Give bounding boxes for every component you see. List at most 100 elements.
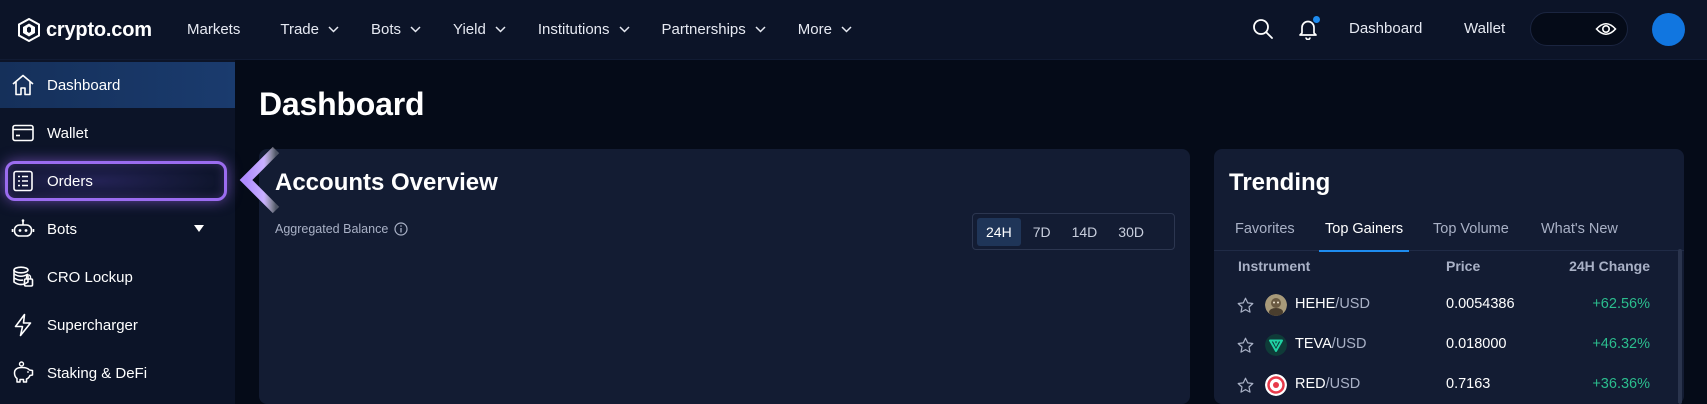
dashboard-link[interactable]: Dashboard [1349, 20, 1422, 37]
star-icon[interactable] [1237, 377, 1254, 394]
instrument-change: +36.36% [1592, 376, 1650, 392]
nav-markets-label: Markets [187, 20, 241, 38]
wallet-icon [12, 124, 34, 142]
column-header-24h-change: 24H Change [1569, 258, 1650, 274]
sidebar-item-wallet[interactable]: Wallet [0, 110, 235, 156]
instrument-change: +46.32% [1592, 336, 1650, 352]
nav-trade[interactable]: Trade [280, 21, 339, 38]
brand-name: crypto.com [46, 18, 152, 41]
nav-partnerships[interactable]: Partnerships [662, 21, 766, 38]
sidebar-item-bots[interactable]: Bots [0, 206, 235, 252]
nav-bots-label: Bots [370, 20, 401, 38]
crypto-com-logo-icon [18, 18, 40, 42]
quote-symbol: /USD [1325, 376, 1361, 392]
robot-icon [11, 219, 35, 237]
base-symbol: TEVA [1295, 336, 1332, 352]
chevron-down-icon [410, 25, 421, 33]
notification-badge [1313, 16, 1320, 23]
range-7d-button[interactable]: 7D [1024, 218, 1060, 246]
tab-top-volume[interactable]: Top Volume [1433, 219, 1509, 251]
balance-visibility-toggle[interactable] [1530, 12, 1628, 46]
instrument-change: +62.56% [1592, 296, 1650, 312]
user-avatar[interactable] [1652, 13, 1685, 46]
star-icon[interactable] [1237, 297, 1254, 314]
nav-institutions[interactable]: Institutions [538, 21, 630, 38]
accounts-overview-title: Accounts Overview [275, 169, 498, 196]
chevron-down-icon [495, 25, 506, 33]
instrument-symbol: TEVA/USD [1295, 336, 1366, 352]
instrument-price: 0.0054386 [1446, 296, 1515, 312]
sidebar-item-staking-defi[interactable]: Staking & DeFi [0, 350, 235, 396]
main-menu: Markets Trade Bots Yield Institutions Pa… [187, 0, 852, 58]
time-range-selector: 24H 7D 14D 30D [972, 213, 1175, 250]
trending-scrollbar[interactable] [1678, 249, 1682, 404]
eye-icon [1595, 22, 1617, 36]
nav-markets[interactable]: Markets [187, 21, 240, 38]
aggregated-balance-label: Aggregated Balance [275, 222, 408, 236]
quote-symbol: /USD [1331, 336, 1367, 352]
top-navigation-bar: crypto.com Markets Trade Bots Yield Inst… [0, 0, 1707, 60]
search-icon[interactable] [1252, 18, 1274, 40]
range-24h-button[interactable]: 24H [977, 217, 1021, 246]
hehe-coin-icon [1265, 294, 1287, 316]
base-symbol: RED [1295, 376, 1326, 392]
active-tab-indicator [1319, 250, 1410, 252]
sidebar: Dashboard Wallet Orders Bots CRO Lockup … [0, 60, 235, 404]
instrument-symbol: RED/USD [1295, 376, 1360, 392]
sidebar-item-cro-lockup[interactable]: CRO Lockup [0, 254, 235, 300]
home-icon [12, 74, 34, 96]
trending-card: Trending Favorites Top Gainers Top Volum… [1214, 149, 1684, 404]
lightning-icon [14, 313, 32, 337]
trending-tabs: Favorites Top Gainers Top Volume What's … [1214, 219, 1684, 252]
nav-more[interactable]: More [798, 21, 852, 38]
instrument-symbol: HEHE/USD [1295, 296, 1370, 312]
info-icon[interactable] [394, 222, 408, 236]
sidebar-item-label: Dashboard [47, 76, 121, 94]
nav-more-label: More [797, 20, 832, 38]
sidebar-item-label: Orders [47, 172, 93, 190]
chevron-down-icon [841, 25, 852, 33]
sidebar-item-dashboard[interactable]: Dashboard [0, 62, 235, 108]
trending-title: Trending [1229, 169, 1331, 196]
coin-stack-icon [13, 266, 34, 287]
aggregated-balance-text: Aggregated Balance [275, 222, 389, 236]
range-14d-button[interactable]: 14D [1063, 218, 1107, 246]
chevron-down-icon [328, 25, 339, 33]
tab-whats-new[interactable]: What's New [1541, 219, 1618, 251]
tab-top-gainers-label: Top Gainers [1325, 221, 1404, 237]
tab-top-gainers[interactable]: Top Gainers [1319, 219, 1410, 252]
wallet-link[interactable]: Wallet [1464, 20, 1505, 37]
nav-trade-label: Trade [280, 20, 319, 38]
page-title: Dashboard [259, 86, 425, 122]
sidebar-item-label: CRO Lockup [47, 268, 133, 286]
nav-yield[interactable]: Yield [453, 21, 506, 38]
instrument-price: 0.018000 [1446, 336, 1507, 352]
sidebar-item-label: Staking & DeFi [47, 364, 148, 382]
sidebar-item-supercharger[interactable]: Supercharger [0, 302, 235, 348]
orders-list-icon [13, 170, 33, 192]
base-symbol: HEHE [1295, 296, 1336, 312]
table-row[interactable]: HEHE/USD 0.0054386 +62.56% [1214, 285, 1684, 325]
red-coin-icon [1265, 374, 1287, 396]
column-header-price: Price [1446, 258, 1481, 274]
tab-favorites[interactable]: Favorites [1235, 219, 1295, 251]
nav-bots[interactable]: Bots [371, 21, 421, 38]
sidebar-item-label: Bots [47, 220, 78, 238]
notifications-button[interactable] [1297, 16, 1320, 41]
nav-partnerships-label: Partnerships [661, 20, 746, 38]
sidebar-item-orders[interactable]: Orders [0, 158, 235, 204]
quote-symbol: /USD [1335, 296, 1370, 312]
chevron-down-icon [619, 25, 630, 33]
sidebar-item-label: Wallet [47, 124, 89, 142]
star-icon[interactable] [1237, 337, 1254, 354]
sidebar-item-label: Supercharger [47, 316, 138, 334]
crypto-com-logo[interactable]: crypto.com [18, 16, 152, 44]
accounts-overview-card: Accounts Overview Aggregated Balance 24H… [259, 149, 1190, 404]
instrument-price: 0.7163 [1446, 376, 1491, 392]
caret-down-icon[interactable] [194, 225, 204, 232]
nav-yield-label: Yield [453, 20, 486, 38]
table-row[interactable]: TEVA/USD 0.018000 +46.32% [1214, 325, 1684, 365]
piggy-bank-icon [13, 361, 34, 383]
range-30d-button[interactable]: 30D [1109, 218, 1153, 246]
table-row[interactable]: RED/USD 0.7163 +36.36% [1214, 365, 1684, 404]
